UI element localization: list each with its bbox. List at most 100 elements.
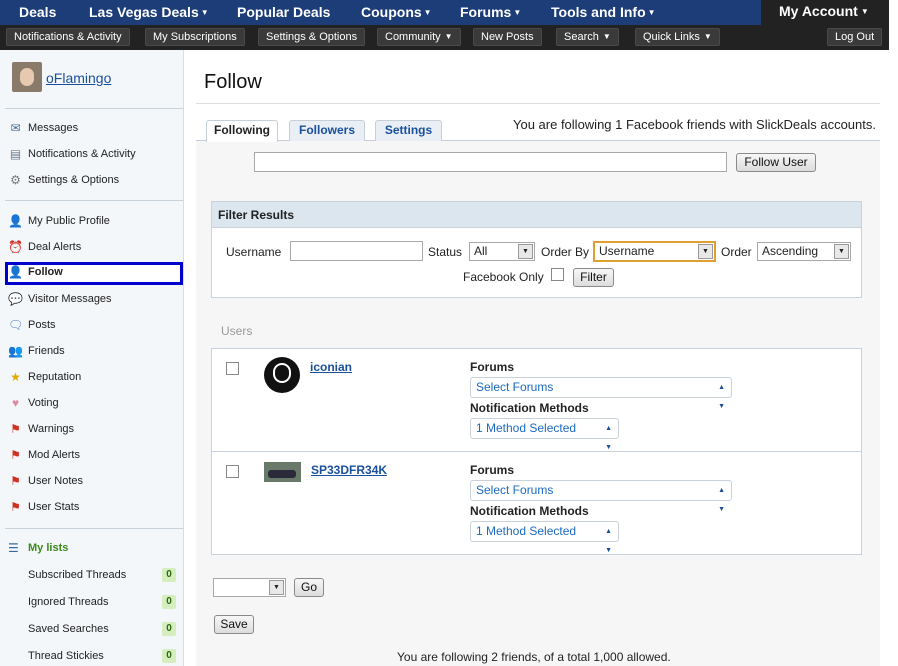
sidebar-item-deal-alerts[interactable]: ⏰ Deal Alerts bbox=[5, 237, 183, 259]
sidebar-item-friends[interactable]: 👥 Friends bbox=[5, 341, 183, 363]
username-label: Username bbox=[226, 245, 282, 259]
bulk-action-select[interactable]: ▼ bbox=[213, 578, 286, 597]
follow-icon: 👤 bbox=[8, 265, 23, 279]
chevron-down-icon: ▼ bbox=[269, 580, 284, 595]
nav-tools-and-info[interactable]: Tools and Info ▼ bbox=[551, 4, 656, 20]
list-item-thread-stickies[interactable]: Thread Stickies bbox=[28, 650, 104, 662]
tab-settings[interactable]: Settings bbox=[375, 120, 442, 141]
notification-methods-dropdown[interactable]: 1 Method Selected ▲ ▼ bbox=[470, 418, 619, 451]
following-summary: You are following 1 Facebook friends wit… bbox=[513, 117, 876, 132]
status-label: Status bbox=[428, 245, 463, 259]
sidebar-item-reputation[interactable]: ★ Reputation bbox=[5, 367, 183, 389]
caret-down-icon: ▼ bbox=[200, 8, 209, 17]
sidebar-item-posts[interactable]: 🗨 Posts bbox=[5, 315, 183, 337]
up-down-icon: ▲ ▼ bbox=[718, 384, 725, 410]
friends-icon: 👥 bbox=[8, 344, 23, 358]
subnav-community[interactable]: Community ▼ bbox=[377, 28, 461, 46]
count-badge: 0 bbox=[162, 568, 176, 582]
nav-deals[interactable]: Deals bbox=[19, 4, 56, 20]
caret-down-icon: ▼ bbox=[602, 32, 611, 41]
voting-icon: ♥ bbox=[11, 396, 20, 410]
nav-forums[interactable]: Forums ▼ bbox=[460, 4, 521, 20]
list-item-ignored-threads[interactable]: Ignored Threads bbox=[28, 596, 109, 608]
forums-label: Forums bbox=[470, 463, 515, 477]
top-nav: Deals Las Vegas Deals ▼ Popular Deals Cou… bbox=[0, 0, 889, 25]
my-account-menu[interactable]: My Account ▼ Log Out bbox=[761, 0, 889, 50]
order-by-select[interactable]: Username ▼ bbox=[593, 241, 716, 262]
caret-down-icon: ▼ bbox=[513, 8, 522, 17]
order-by-label: Order By bbox=[541, 245, 590, 259]
sidebar-item-visitor-messages[interactable]: 💬 Visitor Messages bbox=[5, 289, 183, 311]
sidebar-item-voting[interactable]: ♥ Voting bbox=[5, 393, 183, 415]
list-item-subscribed-threads[interactable]: Subscribed Threads bbox=[28, 569, 126, 581]
row-divider bbox=[212, 451, 861, 452]
up-down-icon: ▲ ▼ bbox=[605, 528, 612, 554]
users-section-label: Users bbox=[221, 324, 253, 338]
user-link-sp33dfr34k[interactable]: SP33DFR34K bbox=[311, 463, 387, 477]
chevron-down-icon: ▼ bbox=[834, 244, 849, 259]
facebook-only-checkbox[interactable] bbox=[551, 268, 564, 281]
subnav-notifications[interactable]: Notifications & Activity bbox=[6, 28, 130, 46]
up-down-icon: ▲ ▼ bbox=[718, 487, 725, 513]
sidebar-item-user-stats[interactable]: ⚑ User Stats bbox=[5, 497, 183, 519]
order-select[interactable]: Ascending ▼ bbox=[757, 242, 851, 261]
notification-methods-label: Notification Methods bbox=[470, 401, 589, 415]
user-avatar bbox=[264, 357, 300, 393]
sidebar-item-messages[interactable]: ✉ Messages bbox=[5, 118, 183, 140]
logout-button[interactable]: Log Out bbox=[827, 28, 883, 46]
sidebar-item-notifications[interactable]: ▤ Notifications & Activity bbox=[5, 144, 183, 166]
caret-down-icon: ▼ bbox=[860, 7, 869, 16]
subnav-settings[interactable]: Settings & Options bbox=[258, 28, 366, 46]
gear-icon: ⚙ bbox=[10, 173, 21, 187]
avatar[interactable] bbox=[12, 62, 42, 92]
order-label: Order bbox=[721, 245, 752, 259]
go-button[interactable]: Go bbox=[294, 578, 324, 597]
caret-down-icon: ▼ bbox=[703, 32, 712, 41]
filter-button[interactable]: Filter bbox=[573, 268, 614, 287]
user-select-checkbox[interactable] bbox=[226, 362, 239, 375]
sidebar-item-user-notes[interactable]: ⚑ User Notes bbox=[5, 471, 183, 493]
tab-following[interactable]: Following bbox=[206, 120, 278, 142]
sidebar-item-settings[interactable]: ⚙ Settings & Options bbox=[5, 170, 183, 192]
nav-popular-deals[interactable]: Popular Deals bbox=[237, 4, 330, 20]
subnav-search[interactable]: Search ▼ bbox=[556, 28, 619, 46]
list-item-saved-searches[interactable]: Saved Searches bbox=[28, 623, 109, 635]
notification-methods-dropdown[interactable]: 1 Method Selected ▲ ▼ bbox=[470, 521, 619, 554]
username-filter-input[interactable] bbox=[290, 241, 423, 261]
notification-methods-label: Notification Methods bbox=[470, 504, 589, 518]
user-link-iconian[interactable]: iconian bbox=[310, 360, 352, 374]
follow-user-button[interactable]: Follow User bbox=[736, 153, 816, 172]
page-title: Follow bbox=[204, 71, 262, 93]
select-forums-dropdown[interactable]: Select Forums ▲ ▼ bbox=[470, 377, 732, 410]
caret-down-icon: ▼ bbox=[423, 8, 432, 17]
sidebar-item-mod-alerts[interactable]: ⚑ Mod Alerts bbox=[5, 445, 183, 467]
status-select[interactable]: All ▼ bbox=[469, 242, 535, 261]
nav-coupons[interactable]: Coupons ▼ bbox=[361, 4, 432, 20]
facebook-only-label: Facebook Only bbox=[463, 270, 544, 284]
follow-user-input[interactable] bbox=[254, 152, 727, 172]
list-icon: ☰ bbox=[8, 541, 19, 555]
subnav-quick-links[interactable]: Quick Links ▼ bbox=[635, 28, 720, 46]
subnav-my-subscriptions[interactable]: My Subscriptions bbox=[145, 28, 245, 46]
save-button[interactable]: Save bbox=[214, 615, 254, 634]
nav-las-vegas-deals[interactable]: Las Vegas Deals ▼ bbox=[89, 4, 209, 20]
follow-limit-text: You are following 2 friends, of a total … bbox=[397, 650, 671, 664]
chevron-down-icon: ▼ bbox=[698, 244, 713, 259]
count-badge: 0 bbox=[162, 595, 176, 609]
posts-icon: 🗨 bbox=[8, 318, 24, 332]
up-down-icon: ▲ ▼ bbox=[605, 425, 612, 451]
tab-followers[interactable]: Followers bbox=[289, 120, 365, 141]
alarm-icon: ⏰ bbox=[8, 240, 23, 254]
forums-label: Forums bbox=[470, 360, 515, 374]
user-select-checkbox[interactable] bbox=[226, 465, 239, 478]
sidebar-item-warnings[interactable]: ⚑ Warnings bbox=[5, 419, 183, 441]
flag-icon: ⚑ bbox=[10, 422, 21, 436]
person-icon: 👤 bbox=[8, 214, 23, 228]
user-avatar bbox=[264, 462, 301, 482]
caret-down-icon: ▼ bbox=[444, 32, 453, 41]
username-link[interactable]: oFlamingo bbox=[46, 70, 111, 86]
select-forums-dropdown[interactable]: Select Forums ▲ ▼ bbox=[470, 480, 732, 513]
sidebar-item-follow[interactable]: 👤 Follow bbox=[5, 262, 183, 285]
sidebar-item-public-profile[interactable]: 👤 My Public Profile bbox=[5, 211, 183, 233]
subnav-new-posts[interactable]: New Posts bbox=[473, 28, 542, 46]
